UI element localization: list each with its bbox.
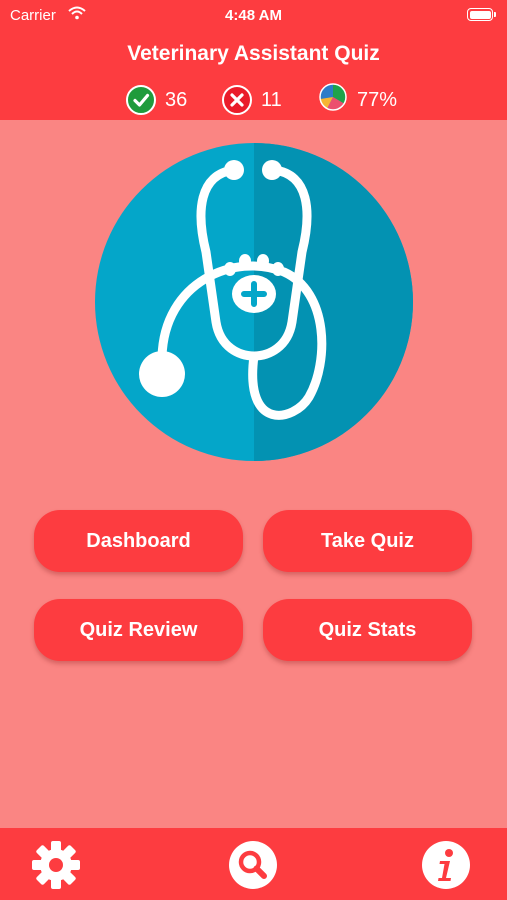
bottom-toolbar xyxy=(0,828,507,900)
status-time: 4:48 AM xyxy=(225,7,282,24)
info-icon[interactable] xyxy=(421,840,471,890)
stethoscope-logo xyxy=(94,142,414,462)
quiz-review-button[interactable]: Quiz Review xyxy=(34,599,243,661)
checkmark-icon xyxy=(126,85,156,115)
header: Carrier 4:48 AM Veterinary Assistant Qui… xyxy=(0,0,507,120)
stats-bar: 36 11 77% xyxy=(0,82,507,118)
battery-icon xyxy=(467,8,496,21)
wrong-stat: 11 xyxy=(222,84,282,116)
score-percent: 77% xyxy=(357,88,398,111)
pie-chart-icon xyxy=(318,82,348,118)
search-icon[interactable] xyxy=(228,840,278,890)
score-stat: 77% xyxy=(318,82,398,118)
page-title: Veterinary Assistant Quiz xyxy=(127,42,380,65)
status-bar: Carrier 4:48 AM xyxy=(0,0,507,30)
take-quiz-button[interactable]: Take Quiz xyxy=(263,510,472,572)
cross-icon xyxy=(222,85,252,115)
dashboard-button[interactable]: Dashboard xyxy=(34,510,243,572)
correct-stat: 36 xyxy=(126,84,187,116)
quiz-stats-button[interactable]: Quiz Stats xyxy=(263,599,472,661)
wrong-count: 11 xyxy=(261,88,282,111)
gear-icon[interactable] xyxy=(31,840,81,890)
correct-count: 36 xyxy=(165,88,188,111)
